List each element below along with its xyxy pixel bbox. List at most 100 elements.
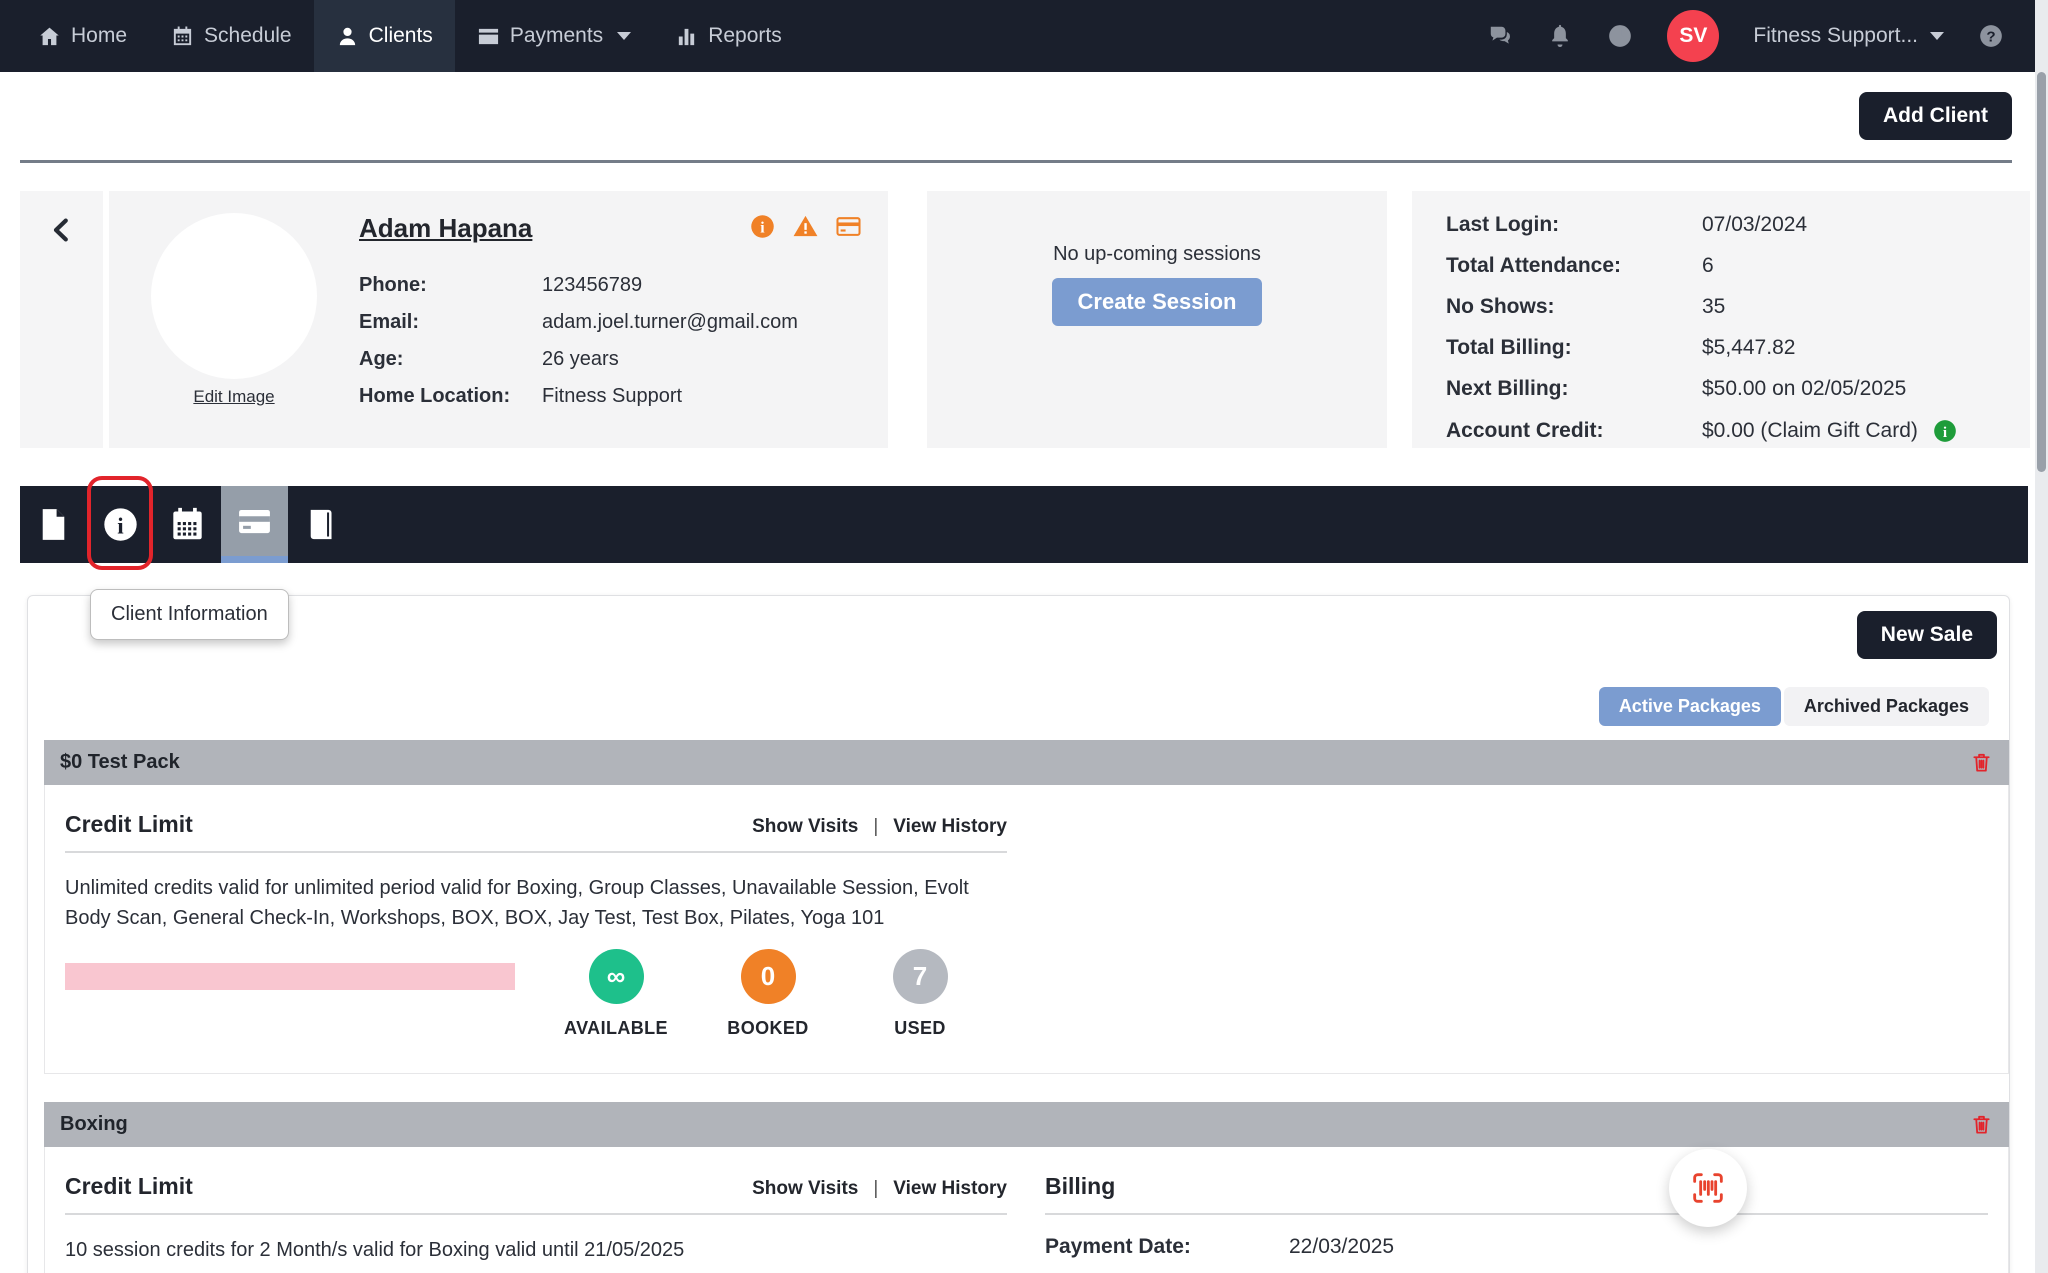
- billing-row: Payment Date: 22/03/2025: [1045, 1235, 1988, 1259]
- section-divider: [1045, 1213, 1988, 1215]
- tab-client-information[interactable]: i: [87, 486, 154, 563]
- scrollbar-thumb[interactable]: [2037, 72, 2046, 472]
- client-field-row: Email: adam.joel.turner@gmail.com: [359, 311, 798, 334]
- client-section-tabs: i: [20, 486, 2028, 563]
- package-card: Boxing Credit Limit Show Visits | View H…: [44, 1102, 2009, 1273]
- credit-limit-title: Credit Limit: [65, 811, 193, 837]
- packages-filter-toggle: Active Packages Archived Packages: [28, 687, 2009, 726]
- create-session-button[interactable]: Create Session: [1051, 278, 1263, 326]
- billing-section: Billing Payment Date: 22/03/2025 Price: …: [1025, 1173, 2008, 1273]
- stat-row: Total Billing: $5,447.82: [1446, 336, 2030, 360]
- stat-row: Account Credit: $0.00 (Claim Gift Card) …: [1446, 418, 2030, 444]
- client-field-row: Age: 26 years: [359, 348, 798, 371]
- credit-card-icon[interactable]: [835, 213, 862, 240]
- bar-chart-icon: [679, 28, 695, 45]
- barcode-scan-button[interactable]: [1669, 1149, 1747, 1227]
- stat-value: 6: [1702, 254, 1714, 277]
- package-title: Boxing: [60, 1113, 128, 1135]
- info-icon[interactable]: i: [1932, 418, 1958, 444]
- credit-limit-title: Credit Limit: [65, 1173, 193, 1199]
- stat-label: Account Credit:: [1446, 419, 1604, 442]
- nav-item-reports[interactable]: Reports: [653, 0, 804, 72]
- help-icon: ?: [1980, 25, 2002, 47]
- client-profile-row: Edit Image Adam Hapana Phone: 123456789 …: [20, 191, 2048, 448]
- barcode-icon: [1693, 1173, 1723, 1203]
- field-value: 123456789: [542, 274, 643, 296]
- nav-item-schedule[interactable]: Schedule: [149, 0, 314, 72]
- account-menu[interactable]: Fitness Support...: [1753, 24, 1944, 48]
- svg-text:i: i: [760, 220, 765, 237]
- help-button[interactable]: ?: [1978, 23, 2004, 49]
- nav-item-home[interactable]: Home: [16, 0, 149, 72]
- calendar-icon: [173, 507, 202, 540]
- info-icon: i: [104, 508, 137, 541]
- nav-item-clients[interactable]: Clients: [313, 0, 455, 72]
- billing-value: 22/03/2025: [1289, 1235, 1395, 1258]
- back-button[interactable]: [20, 191, 103, 448]
- used-label: USED: [894, 1018, 946, 1038]
- upcoming-sessions-card: No up-coming sessions Create Session: [927, 191, 1387, 448]
- account-label: Fitness Support...: [1753, 24, 1918, 47]
- used-counter: 7 USED: [865, 949, 975, 1039]
- stat-row: Total Attendance: 6: [1446, 254, 2030, 278]
- avatar[interactable]: SV: [1667, 10, 1720, 62]
- new-sale-button[interactable]: New Sale: [1856, 611, 1997, 659]
- view-history-link[interactable]: View History: [893, 1178, 1007, 1200]
- client-field-row: Home Location: Fitness Support: [359, 385, 798, 408]
- app-window: Home Schedule Clients Payments Reports S…: [0, 0, 2048, 1273]
- tab-schedule[interactable]: [154, 486, 221, 563]
- show-visits-link[interactable]: Show Visits: [752, 816, 858, 838]
- show-visits-link[interactable]: Show Visits: [752, 1178, 858, 1200]
- delete-package-button[interactable]: [1970, 751, 1993, 774]
- chevron-down-icon: [617, 32, 632, 40]
- nav-schedule-label: Schedule: [204, 24, 292, 47]
- client-stats-card: Last Login: 07/03/2024 Total Attendance:…: [1412, 191, 2030, 448]
- packages-panel: New Sale Active Packages Archived Packag…: [27, 595, 2010, 1273]
- field-label: Phone:: [359, 274, 427, 296]
- nav-right-cluster: SV Fitness Support... ?: [1487, 0, 2032, 72]
- vertical-scrollbar[interactable]: [2035, 0, 2048, 1273]
- credit-card-icon: [478, 28, 498, 44]
- warning-icon[interactable]: [792, 213, 819, 240]
- delete-package-button[interactable]: [1970, 1113, 1993, 1136]
- link-separator: |: [873, 816, 879, 837]
- history-button[interactable]: [1607, 23, 1633, 49]
- chevron-down-icon: [1930, 32, 1944, 40]
- tab-notes[interactable]: [20, 486, 87, 563]
- field-label: Age:: [359, 348, 404, 370]
- archived-packages-tab[interactable]: Archived Packages: [1783, 687, 1989, 726]
- client-status-icons: i: [749, 213, 862, 240]
- package-header: $0 Test Pack: [44, 740, 2009, 785]
- svg-text:?: ?: [1986, 28, 1995, 45]
- edit-image-link[interactable]: Edit Image: [193, 387, 274, 407]
- view-history-link[interactable]: View History: [893, 816, 1007, 838]
- tab-packages[interactable]: [221, 486, 288, 563]
- svg-text:i: i: [117, 513, 124, 539]
- main-nav: Home Schedule Clients Payments Reports: [16, 0, 804, 72]
- client-name[interactable]: Adam Hapana: [359, 213, 532, 244]
- stat-label: Total Billing:: [1446, 336, 1572, 359]
- notifications-button[interactable]: [1547, 23, 1573, 49]
- client-information-tooltip: Client Information: [90, 589, 289, 640]
- billing-title: Billing: [1045, 1173, 1116, 1199]
- info-icon[interactable]: i: [749, 213, 776, 240]
- chevron-left-icon: [53, 218, 68, 242]
- client-field-row: Phone: 123456789: [359, 274, 798, 297]
- field-label: Home Location:: [359, 385, 511, 407]
- billing-label: Payment Date:: [1045, 1235, 1191, 1258]
- tab-documents[interactable]: [288, 486, 355, 563]
- field-value: 26 years: [542, 348, 619, 370]
- add-client-button[interactable]: Add Client: [1859, 92, 2012, 140]
- stat-row: Next Billing: $50.00 on 02/05/2025: [1446, 377, 2030, 401]
- stat-value: 07/03/2024: [1702, 213, 1808, 236]
- active-packages-tab[interactable]: Active Packages: [1598, 687, 1781, 726]
- person-icon: [339, 27, 355, 45]
- messages-button[interactable]: [1487, 23, 1513, 49]
- document-icon: [42, 509, 65, 540]
- svg-text:i: i: [1943, 424, 1947, 441]
- nav-item-payments[interactable]: Payments: [455, 0, 653, 72]
- stat-label: No Shows:: [1446, 295, 1555, 318]
- stat-value: 35: [1702, 295, 1726, 318]
- stat-value: $0.00 (Claim Gift Card): [1702, 419, 1918, 442]
- package-body: Credit Limit Show Visits | View History …: [44, 1147, 2009, 1273]
